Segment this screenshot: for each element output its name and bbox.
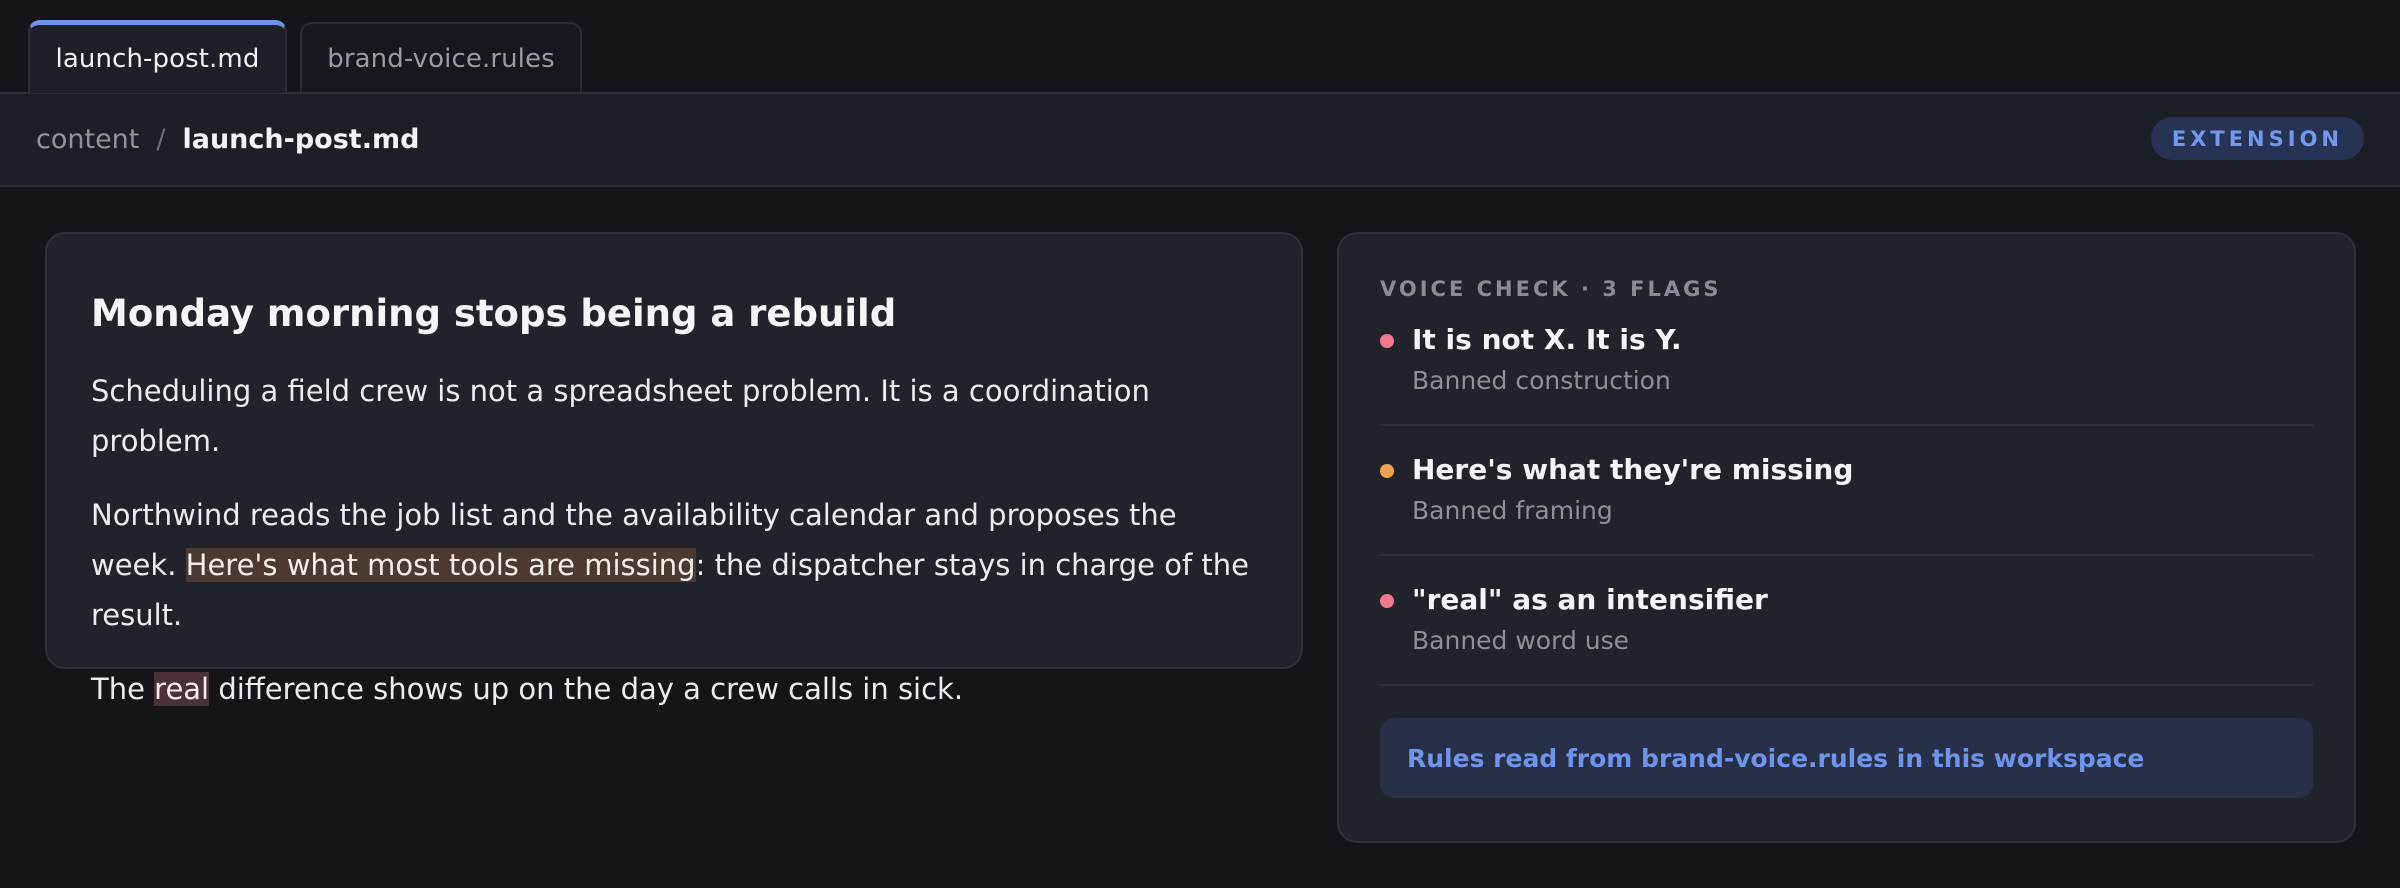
flag-highlight-word[interactable]: real: [154, 672, 210, 706]
flag-title: It is not X. It is Y.: [1412, 323, 1682, 356]
breadcrumb-separator: /: [156, 124, 166, 155]
flag-dot-icon: [1380, 594, 1394, 608]
document-title: Monday morning stops being a rebuild: [91, 292, 897, 335]
rules-source-note[interactable]: Rules read from brand-voice.rules in thi…: [1380, 718, 2313, 798]
breadcrumb-current: launch-post.md: [182, 124, 420, 155]
editor-header: content / launch-post.md EXTENSION: [0, 92, 2400, 187]
breadcrumb-root[interactable]: content: [36, 124, 139, 155]
flag-category: Banned framing: [1412, 496, 1613, 525]
voice-check-heading: VOICE CHECK · 3 FLAGS: [1380, 277, 1722, 301]
paragraph-2: Northwind reads the job list and the ava…: [91, 490, 1257, 640]
paragraph-3-text: The: [91, 672, 155, 706]
tab-launch-post[interactable]: launch-post.md: [28, 20, 287, 93]
paragraph-1: Scheduling a field crew is not a spreads…: [91, 374, 1150, 458]
flag-dot-icon: [1380, 334, 1394, 348]
document-card: Monday morning stops being a rebuild Sch…: [45, 232, 1303, 706]
flag-highlight-framing[interactable]: Here's what most tools are missing: [185, 548, 696, 582]
flag-category: Banned construction: [1412, 366, 1671, 395]
extension-badge: EXTENSION: [2150, 117, 2364, 160]
tab-brand-voice-rules[interactable]: brand-voice.rules: [300, 22, 582, 93]
flag-dot-icon: [1380, 464, 1394, 478]
breadcrumb: content / launch-post.md: [36, 94, 419, 185]
paragraph-3: The real difference shows up on the day …: [91, 664, 1257, 714]
flag-title: "real" as an intensifier: [1412, 583, 1768, 616]
paragraph-3-text-after: difference shows up on the day a crew ca…: [209, 672, 964, 706]
voice-check-panel: VOICE CHECK · 3 FLAGS It is not X. It is…: [1337, 232, 2356, 843]
flag-item[interactable]: Here's what they're missing Banned frami…: [1380, 450, 2313, 556]
flag-item[interactable]: "real" as an intensifier Banned word use: [1380, 580, 2313, 686]
flag-title: Here's what they're missing: [1412, 453, 1854, 486]
tab-bar: launch-post.md brand-voice.rules: [0, 0, 2400, 93]
flag-category: Banned word use: [1412, 626, 1630, 655]
flag-item[interactable]: It is not X. It is Y. Banned constructio…: [1380, 320, 2313, 426]
